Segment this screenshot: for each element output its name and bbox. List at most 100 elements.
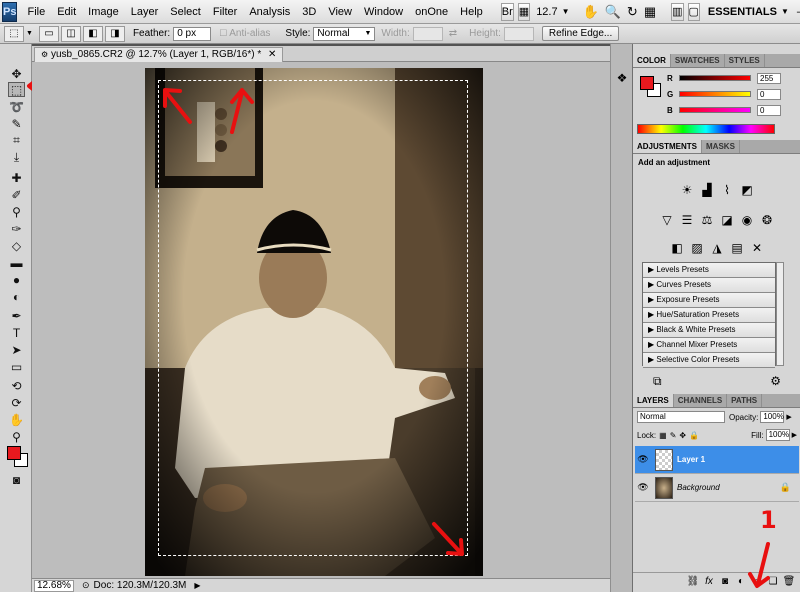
history-brush-tool-icon[interactable]: ✑ xyxy=(8,221,25,236)
intersect-selection-icon[interactable]: ◨ xyxy=(104,25,125,42)
gradient-map-icon[interactable]: ▤ xyxy=(729,240,745,256)
rotate-view-icon[interactable]: ↻ xyxy=(627,4,638,20)
color-panel-foreground-swatch[interactable] xyxy=(640,76,654,90)
menu-analysis[interactable]: Analysis xyxy=(243,0,296,24)
antialias-checkbox[interactable]: ☐ xyxy=(219,28,227,39)
fill-field[interactable]: 100% xyxy=(765,429,790,441)
type-tool-icon[interactable]: T xyxy=(8,325,25,340)
new-selection-icon[interactable]: ▭ xyxy=(38,25,59,42)
preset-selective-color[interactable]: ▶ Selective Color Presets xyxy=(643,353,775,368)
marquee-preset-icon[interactable]: ⬚ xyxy=(4,25,24,42)
eye-icon[interactable]: 👁 xyxy=(635,452,651,468)
tab-swatches[interactable]: SWATCHES xyxy=(671,54,725,67)
lock-position-icon[interactable]: ✥ xyxy=(679,431,686,440)
levels-icon[interactable]: ▟ xyxy=(699,182,715,198)
preset-levels[interactable]: ▶ Levels Presets xyxy=(643,263,775,278)
blur-tool-icon[interactable]: ● xyxy=(8,272,25,287)
layer-row[interactable]: 👁 Background 🔒 xyxy=(635,474,799,502)
quick-mask-icon[interactable]: ◙ xyxy=(8,472,25,487)
navigator-panel-icon[interactable]: ❖ xyxy=(614,70,630,86)
tab-layers[interactable]: LAYERS xyxy=(633,394,674,407)
dodge-tool-icon[interactable]: ◐ xyxy=(8,289,25,304)
tab-color[interactable]: COLOR xyxy=(633,54,671,67)
zoom-tool-icon[interactable]: ⚲ xyxy=(8,429,25,444)
menu-select[interactable]: Select xyxy=(164,0,207,24)
tab-paths[interactable]: PATHS xyxy=(727,394,763,407)
gradient-tool-icon[interactable]: ▬ xyxy=(8,255,25,270)
eraser-tool-icon[interactable]: ◇ xyxy=(8,238,25,253)
tab-channels[interactable]: CHANNELS xyxy=(674,394,728,407)
workspace-switcher[interactable]: ESSENTIALS xyxy=(708,6,777,18)
link-layers-icon[interactable]: ⛓ xyxy=(685,576,701,587)
zoom-tool-icon[interactable]: 🔍 xyxy=(605,4,621,20)
status-dropdown-icon[interactable]: ▶ xyxy=(194,581,200,590)
blue-channel-value[interactable]: 0 xyxy=(757,104,781,116)
path-selection-tool-icon[interactable]: ➤ xyxy=(8,342,25,357)
tab-styles[interactable]: STYLES xyxy=(725,54,765,67)
3d-orbit-tool-icon[interactable]: ⟳ xyxy=(8,395,25,410)
preset-black-white[interactable]: ▶ Black & White Presets xyxy=(643,323,775,338)
adjustment-options-icon[interactable]: ⚙ xyxy=(770,374,781,388)
blend-mode-select[interactable]: Normal xyxy=(637,411,725,423)
selection-marquee[interactable] xyxy=(158,80,468,556)
document-tab[interactable]: ⚙ yusb_0865.CR2 @ 12.7% (Layer 1, RGB/16… xyxy=(34,47,284,62)
presets-scrollbar[interactable] xyxy=(776,262,784,366)
menu-3d[interactable]: 3D xyxy=(296,0,322,24)
brightness-contrast-icon[interactable]: ☀ xyxy=(679,182,695,198)
screen-mode-icon[interactable]: ▢ xyxy=(687,2,700,21)
menu-file[interactable]: File xyxy=(21,0,51,24)
tab-adjustments[interactable]: ADJUSTMENTS xyxy=(633,140,703,153)
curves-icon[interactable]: ⌇ xyxy=(719,182,735,198)
preset-dropdown-icon[interactable]: ▼ xyxy=(26,30,33,37)
foreground-color-swatch[interactable] xyxy=(7,446,21,460)
subtract-selection-icon[interactable]: ◧ xyxy=(82,25,103,42)
zoom-field[interactable]: 12.68% xyxy=(34,579,74,592)
view-extras-icon[interactable]: ▦ xyxy=(517,2,531,21)
opacity-field[interactable]: 100% xyxy=(760,411,785,423)
bridge-icon[interactable]: Br xyxy=(500,2,514,21)
red-channel-slider[interactable] xyxy=(679,75,751,81)
close-tab-icon[interactable]: ✕ xyxy=(268,49,276,60)
add-selection-icon[interactable]: ◫ xyxy=(60,25,81,42)
quick-selection-tool-icon[interactable]: ✎ xyxy=(8,116,25,131)
opacity-arrow-icon[interactable]: ▶ xyxy=(786,413,791,421)
green-channel-slider[interactable] xyxy=(679,91,751,97)
rectangular-marquee-tool-icon[interactable]: ⬚ xyxy=(8,82,25,97)
brush-tool-icon[interactable]: ✐ xyxy=(8,187,25,202)
lock-transparent-icon[interactable]: ▦ xyxy=(659,431,667,440)
3d-rotate-tool-icon[interactable]: ⟲ xyxy=(8,378,25,393)
style-select[interactable]: Normal ▼ xyxy=(313,26,376,41)
trash-icon[interactable]: 🗑 xyxy=(781,576,797,587)
black-white-icon[interactable]: ◪ xyxy=(719,212,735,228)
color-spectrum-bar[interactable] xyxy=(637,124,775,134)
feather-input[interactable]: 0 px xyxy=(173,26,212,41)
healing-brush-tool-icon[interactable]: ✚ xyxy=(8,170,25,185)
selective-color-icon[interactable]: ✕ xyxy=(749,240,765,256)
crop-tool-icon[interactable]: ⌗ xyxy=(8,133,25,148)
menu-window[interactable]: Window xyxy=(358,0,409,24)
menu-image[interactable]: Image xyxy=(82,0,125,24)
menu-help[interactable]: Help xyxy=(454,0,489,24)
eyedropper-tool-icon[interactable]: ⤓ xyxy=(8,150,25,165)
posterize-icon[interactable]: ▨ xyxy=(689,240,705,256)
vibrance-icon[interactable]: ▽ xyxy=(659,212,675,228)
preset-hue-saturation[interactable]: ▶ Hue/Saturation Presets xyxy=(643,308,775,323)
blue-channel-slider[interactable] xyxy=(679,107,751,113)
eye-icon[interactable]: 👁 xyxy=(635,480,651,496)
clone-stamp-tool-icon[interactable]: ⚲ xyxy=(8,204,25,219)
tab-masks[interactable]: MASKS xyxy=(702,140,740,153)
status-menu-icon[interactable]: ⊙ xyxy=(82,580,90,591)
hue-saturation-icon[interactable]: ☰ xyxy=(679,212,695,228)
green-channel-value[interactable]: 0 xyxy=(757,88,781,100)
lock-image-icon[interactable]: ✎ xyxy=(670,431,677,440)
invert-icon[interactable]: ◧ xyxy=(669,240,685,256)
zoom-level[interactable]: 12.7 xyxy=(532,6,561,18)
arrange-documents-icon[interactable]: ▥ xyxy=(671,2,684,21)
layer-row[interactable]: 👁 Layer 1 xyxy=(635,446,799,474)
color-balance-icon[interactable]: ⚖ xyxy=(699,212,715,228)
red-channel-value[interactable]: 255 xyxy=(757,72,781,84)
menu-filter[interactable]: Filter xyxy=(207,0,243,24)
preset-channel-mixer[interactable]: ▶ Channel Mixer Presets xyxy=(643,338,775,353)
fill-arrow-icon[interactable]: ▶ xyxy=(792,431,797,439)
exposure-icon[interactable]: ◩ xyxy=(739,182,755,198)
